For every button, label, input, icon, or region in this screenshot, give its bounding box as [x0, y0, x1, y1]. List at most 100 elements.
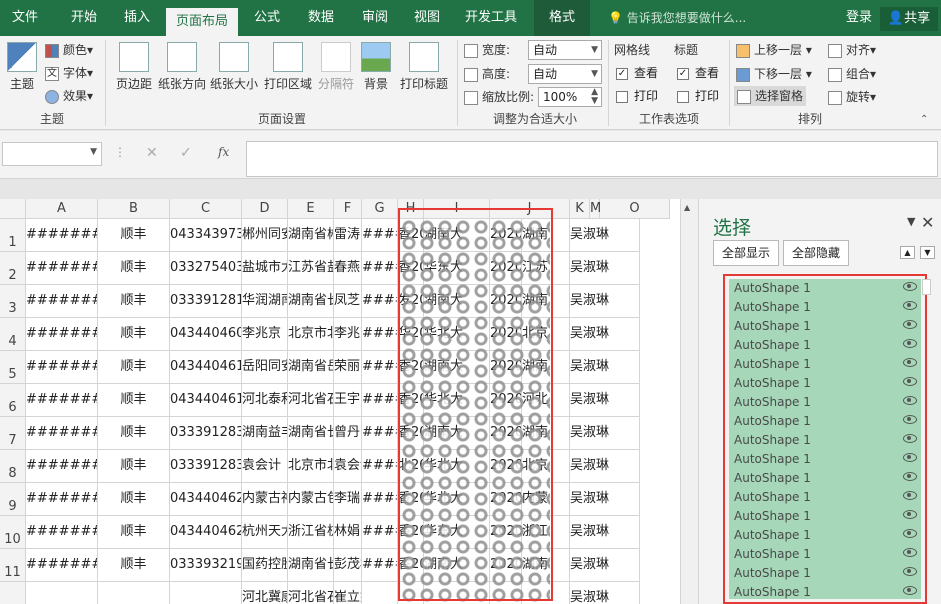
column-header[interactable]: C [170, 199, 242, 219]
table-cell[interactable]: 吴淑琳 [570, 351, 640, 384]
fonts-button[interactable]: 文字体▾ [45, 63, 93, 83]
table-cell[interactable]: 顺丰 [98, 450, 170, 483]
column-header[interactable]: O [600, 199, 670, 219]
table-cell[interactable]: 吴淑琳 [570, 582, 640, 604]
table-cell[interactable]: #### [362, 252, 398, 285]
table-cell[interactable]: 湖南省岳阳 [288, 351, 334, 384]
row-header[interactable]: 11 [0, 549, 26, 582]
table-cell[interactable]: #### [362, 384, 398, 417]
table-cell[interactable]: 岳阳同安 [242, 351, 288, 384]
table-cell[interactable]: 顺丰 [98, 285, 170, 318]
table-cell[interactable]: ######## [26, 450, 98, 483]
tab-home[interactable]: 开始 [56, 0, 112, 36]
move-down-icon[interactable]: ▼ [920, 246, 935, 259]
table-cell[interactable]: 033391283 [170, 417, 242, 450]
table-cell[interactable]: 吴淑琳 [570, 219, 640, 252]
table-cell[interactable]: 043440461 [170, 384, 242, 417]
table-cell[interactable]: 李瑞 [334, 483, 362, 516]
table-cell[interactable]: 033275403 [170, 252, 242, 285]
list-scrollbar[interactable] [922, 279, 931, 295]
enter-icon[interactable]: ✓ [180, 145, 192, 161]
margins-button[interactable]: 页边距 [112, 40, 156, 92]
table-cell[interactable]: 顺丰 [98, 417, 170, 450]
cancel-icon[interactable]: ✕ [146, 145, 158, 161]
table-cell[interactable]: 顺丰 [98, 318, 170, 351]
send-backward-button[interactable]: 下移一层 ▾ [736, 64, 812, 84]
table-cell[interactable]: 河北省石家 [288, 582, 334, 604]
table-cell[interactable]: 湖南省长沙 [288, 549, 334, 582]
background-button[interactable]: 背景 [358, 40, 394, 92]
show-all-button[interactable]: 全部显示 [713, 240, 779, 266]
collapse-ribbon-icon[interactable]: ⌃ [920, 114, 928, 125]
group-button[interactable]: 组合▾ [828, 64, 876, 84]
table-cell[interactable]: #### [362, 417, 398, 450]
close-icon[interactable]: ✕ [921, 213, 934, 232]
table-cell[interactable]: #### [362, 549, 398, 582]
row-header[interactable]: 4 [0, 318, 26, 351]
table-cell[interactable]: ######## [26, 219, 98, 252]
select-all-corner[interactable] [0, 199, 26, 219]
table-cell[interactable]: 顺丰 [98, 516, 170, 549]
table-cell[interactable]: 吴淑琳 [570, 549, 640, 582]
column-header[interactable]: E [288, 199, 334, 219]
width-dropdown[interactable]: 自动 ▼ [528, 40, 602, 60]
tab-format[interactable]: 格式 [534, 0, 590, 36]
table-cell[interactable]: 袁会计 [334, 450, 362, 483]
table-cell[interactable]: 雷涛 [334, 219, 362, 252]
table-cell[interactable]: 吴淑琳 [570, 516, 640, 549]
row-header[interactable]: 2 [0, 252, 26, 285]
worksheet-grid[interactable]: A B C D E F G H I J K M O 1########顺丰043… [0, 199, 680, 604]
table-cell[interactable]: #### [362, 516, 398, 549]
table-cell[interactable]: 湖南益丰 [242, 417, 288, 450]
table-cell[interactable]: 湖南省长沙 [288, 417, 334, 450]
row-header[interactable]: 3 [0, 285, 26, 318]
table-cell[interactable]: 河北冀康 [242, 582, 288, 604]
name-box[interactable]: ▼ [2, 142, 102, 166]
row-header[interactable]: 5 [0, 351, 26, 384]
headings-print-checkbox[interactable]: 打印 [677, 87, 719, 105]
column-header[interactable]: G [362, 199, 398, 219]
table-cell[interactable]: 043440461 [170, 351, 242, 384]
table-cell[interactable]: 043440462 [170, 483, 242, 516]
table-cell[interactable]: 吴淑琳 [570, 285, 640, 318]
table-cell[interactable]: 郴州同安 [242, 219, 288, 252]
table-cell[interactable]: 043440462 [170, 516, 242, 549]
print-area-button[interactable]: 打印区域 [262, 40, 314, 92]
column-header[interactable]: A [26, 199, 98, 219]
scale-spinner[interactable]: 100% ▲ ▼ [538, 87, 602, 107]
table-cell[interactable]: ######## [26, 384, 98, 417]
breaks-button[interactable]: 分隔符 [316, 40, 356, 92]
insert-function-icon[interactable]: fx [218, 145, 229, 159]
table-cell[interactable]: 043343973 [170, 219, 242, 252]
tab-developer[interactable]: 开发工具 [454, 0, 528, 36]
table-cell[interactable]: 江苏省盐城 [288, 252, 334, 285]
row-header[interactable]: 7 [0, 417, 26, 450]
table-cell[interactable]: 吴淑琳 [570, 417, 640, 450]
themes-button[interactable]: 主题 [4, 40, 40, 92]
table-cell[interactable]: 曾丹 [334, 417, 362, 450]
table-cell[interactable]: 李兆京 [334, 318, 362, 351]
table-cell[interactable]: 顺丰 [98, 549, 170, 582]
formula-input[interactable] [246, 141, 938, 177]
table-cell[interactable]: 内蒙古神 [242, 483, 288, 516]
tab-formulas[interactable]: 公式 [242, 0, 292, 36]
rotate-button[interactable]: 旋转▾ [828, 87, 876, 107]
table-cell[interactable]: ######## [26, 285, 98, 318]
move-up-icon[interactable]: ▲ [900, 246, 915, 259]
table-cell[interactable]: 顺丰 [98, 384, 170, 417]
gridlines-print-checkbox[interactable]: 打印 [616, 87, 658, 105]
height-dropdown[interactable]: 自动 ▼ [528, 64, 602, 84]
table-cell[interactable]: 李兆京 [242, 318, 288, 351]
table-cell[interactable]: #### [362, 483, 398, 516]
hide-all-button[interactable]: 全部隐藏 [783, 240, 849, 266]
table-cell[interactable]: 荣丽 [334, 351, 362, 384]
table-cell[interactable]: 河北省石家 [288, 384, 334, 417]
table-cell[interactable]: #### [362, 285, 398, 318]
table-cell[interactable]: 吴淑琳 [570, 252, 640, 285]
table-cell[interactable]: ######## [26, 549, 98, 582]
row-header[interactable]: 9 [0, 483, 26, 516]
table-cell[interactable]: 林娟 [334, 516, 362, 549]
table-cell[interactable]: 王宇 [334, 384, 362, 417]
row-header[interactable]: 10 [0, 516, 26, 549]
table-cell[interactable]: 北京市北京 [288, 318, 334, 351]
